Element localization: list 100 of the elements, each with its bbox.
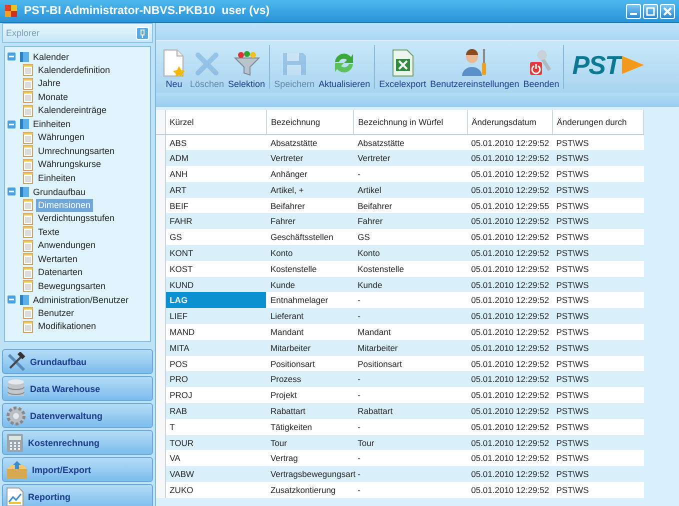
table-cell: Anhänger — [266, 166, 354, 182]
nav-button[interactable]: Import/Export — [2, 457, 153, 482]
table-cell: 05.01.2010 12:29:52 — [467, 466, 552, 482]
nav-button[interactable]: Reporting — [2, 484, 153, 506]
table-cell: PST\WS — [552, 150, 644, 166]
table-cell: Konto — [266, 245, 354, 261]
table-cell: - — [354, 292, 468, 308]
tools-icon — [6, 352, 26, 372]
column-header[interactable]: Änderungsdatum — [467, 110, 552, 134]
table-cell: LIEF — [165, 308, 266, 324]
table-cell: PST\WS — [552, 260, 644, 277]
table-cell: Fahrer — [266, 213, 354, 230]
tree-item[interactable]: Bewegungsarten — [36, 280, 108, 293]
table-cell: PST\WS — [552, 198, 644, 214]
tree-group[interactable]: Kalender — [33, 52, 70, 62]
new-document-icon — [162, 49, 186, 77]
list-document-icon — [23, 280, 33, 292]
table-cell: - — [354, 387, 468, 404]
table-cell: Rabattart — [266, 403, 354, 419]
table-cell: 05.01.2010 12:29:52 — [467, 482, 552, 498]
table-cell: TOUR — [165, 434, 266, 450]
nav-button[interactable]: Data Warehouse — [2, 376, 153, 401]
table-cell: PST\WS — [552, 182, 644, 198]
table-cell: POS — [165, 356, 266, 372]
list-document-icon — [23, 104, 33, 117]
minimize-button[interactable] — [626, 4, 641, 18]
calculator-icon — [6, 432, 24, 452]
table-cell: Fahrer — [354, 213, 468, 230]
tree-item[interactable]: Währungskurse — [36, 158, 104, 172]
maximize-button[interactable] — [643, 4, 658, 18]
tree-item[interactable]: Kalendereinträge — [36, 104, 109, 118]
table-cell: VABW — [165, 466, 266, 482]
table-cell: Projekt — [266, 387, 354, 404]
nav-button[interactable]: Grundaufbau — [2, 349, 153, 374]
table-cell: Tour — [354, 434, 468, 450]
table-cell: - — [354, 166, 468, 182]
table-cell: 05.01.2010 12:29:52 — [467, 450, 552, 466]
nav-button[interactable]: Datenverwaltung — [2, 403, 153, 428]
collapse-icon[interactable] — [7, 52, 16, 62]
close-button[interactable] — [660, 4, 675, 18]
column-header[interactable]: Bezeichnung — [266, 110, 354, 134]
tree-group[interactable]: Administration/Benutzer — [33, 294, 129, 305]
table-cell: Entnahmelager — [266, 292, 354, 308]
table-cell: PST\WS — [552, 245, 644, 261]
table-cell: 05.01.2010 12:29:52 — [467, 324, 552, 340]
table-cell: KOST — [165, 260, 266, 277]
tree-item[interactable]: Datenarten — [36, 266, 85, 280]
table-cell: ADM — [165, 150, 266, 166]
book-icon — [19, 294, 30, 306]
tree-item[interactable]: Kalenderdefinition — [36, 64, 112, 77]
tree-item[interactable]: Monate — [36, 90, 70, 104]
table-cell: 05.01.2010 12:29:52 — [467, 340, 552, 356]
nav-button[interactable]: Kostenrechnung — [2, 430, 153, 455]
tree-item[interactable]: Modifikationen — [36, 320, 98, 334]
table-cell: 05.01.2010 12:29:55 — [467, 198, 552, 214]
pin-button[interactable] — [136, 26, 149, 40]
toolbar-button[interactable]: Neu — [160, 45, 188, 89]
table-cell: 05.01.2010 12:29:52 — [467, 166, 552, 182]
tree-item[interactable]: Währungen — [36, 131, 87, 144]
column-header[interactable]: Änderungen durch — [552, 110, 644, 134]
explorer-title: Explorer — [6, 28, 40, 38]
tree-item[interactable]: Jahre — [36, 77, 63, 90]
tree-group[interactable]: Grundaufbau — [33, 186, 86, 197]
list-document-icon — [23, 307, 33, 320]
table-cell: 05.01.2010 12:29:52 — [467, 260, 552, 277]
toolbar-button[interactable]: Beenden — [521, 45, 562, 89]
tree-item[interactable]: Anwendungen — [36, 239, 98, 252]
collapse-icon[interactable] — [7, 187, 16, 196]
table-cell: GS — [165, 229, 266, 246]
tree-item[interactable]: Wertarten — [36, 252, 80, 266]
table-cell: 05.01.2010 12:29:52 — [467, 134, 552, 150]
tree-group[interactable]: Einheiten — [33, 119, 71, 130]
table-cell: 05.01.2010 12:29:52 — [467, 245, 552, 261]
tree-item[interactable]: Benutzer — [36, 306, 76, 320]
tree-item[interactable]: Texte — [36, 226, 62, 239]
toolbar-button[interactable]: Excelexport — [377, 45, 428, 89]
column-header[interactable]: Bezeichnung in Würfel — [354, 110, 468, 134]
table-cell: ABS — [165, 134, 266, 150]
toolbar-button[interactable]: Benutzereinstellungen — [428, 45, 522, 89]
table-cell: - — [354, 371, 468, 388]
box-icon — [6, 460, 28, 480]
table-cell: Positionsart — [266, 356, 354, 372]
toolbar-button[interactable]: Selektion — [226, 45, 268, 89]
delete-icon — [194, 51, 220, 77]
collapse-icon[interactable] — [7, 120, 16, 129]
tree-item[interactable]: Einheiten — [36, 172, 78, 185]
table-cell: PRO — [165, 371, 266, 388]
book-icon — [19, 50, 30, 63]
column-header[interactable]: Kürzel — [165, 110, 266, 134]
list-document-icon — [23, 320, 33, 333]
table-cell: Mitarbeiter — [266, 340, 354, 356]
collapse-icon[interactable] — [7, 295, 16, 304]
tree-item[interactable]: Verdichtungsstufen — [36, 212, 117, 226]
list-document-icon — [23, 78, 33, 90]
table-cell: Kunde — [354, 276, 468, 292]
table-cell: Zusatzkontierung — [266, 482, 354, 498]
tree-item[interactable]: Umrechnungsarten — [36, 144, 117, 158]
table-cell: - — [354, 308, 468, 324]
table-cell: BEIF — [165, 198, 266, 214]
toolbar-button[interactable]: Aktualisieren — [316, 45, 372, 89]
